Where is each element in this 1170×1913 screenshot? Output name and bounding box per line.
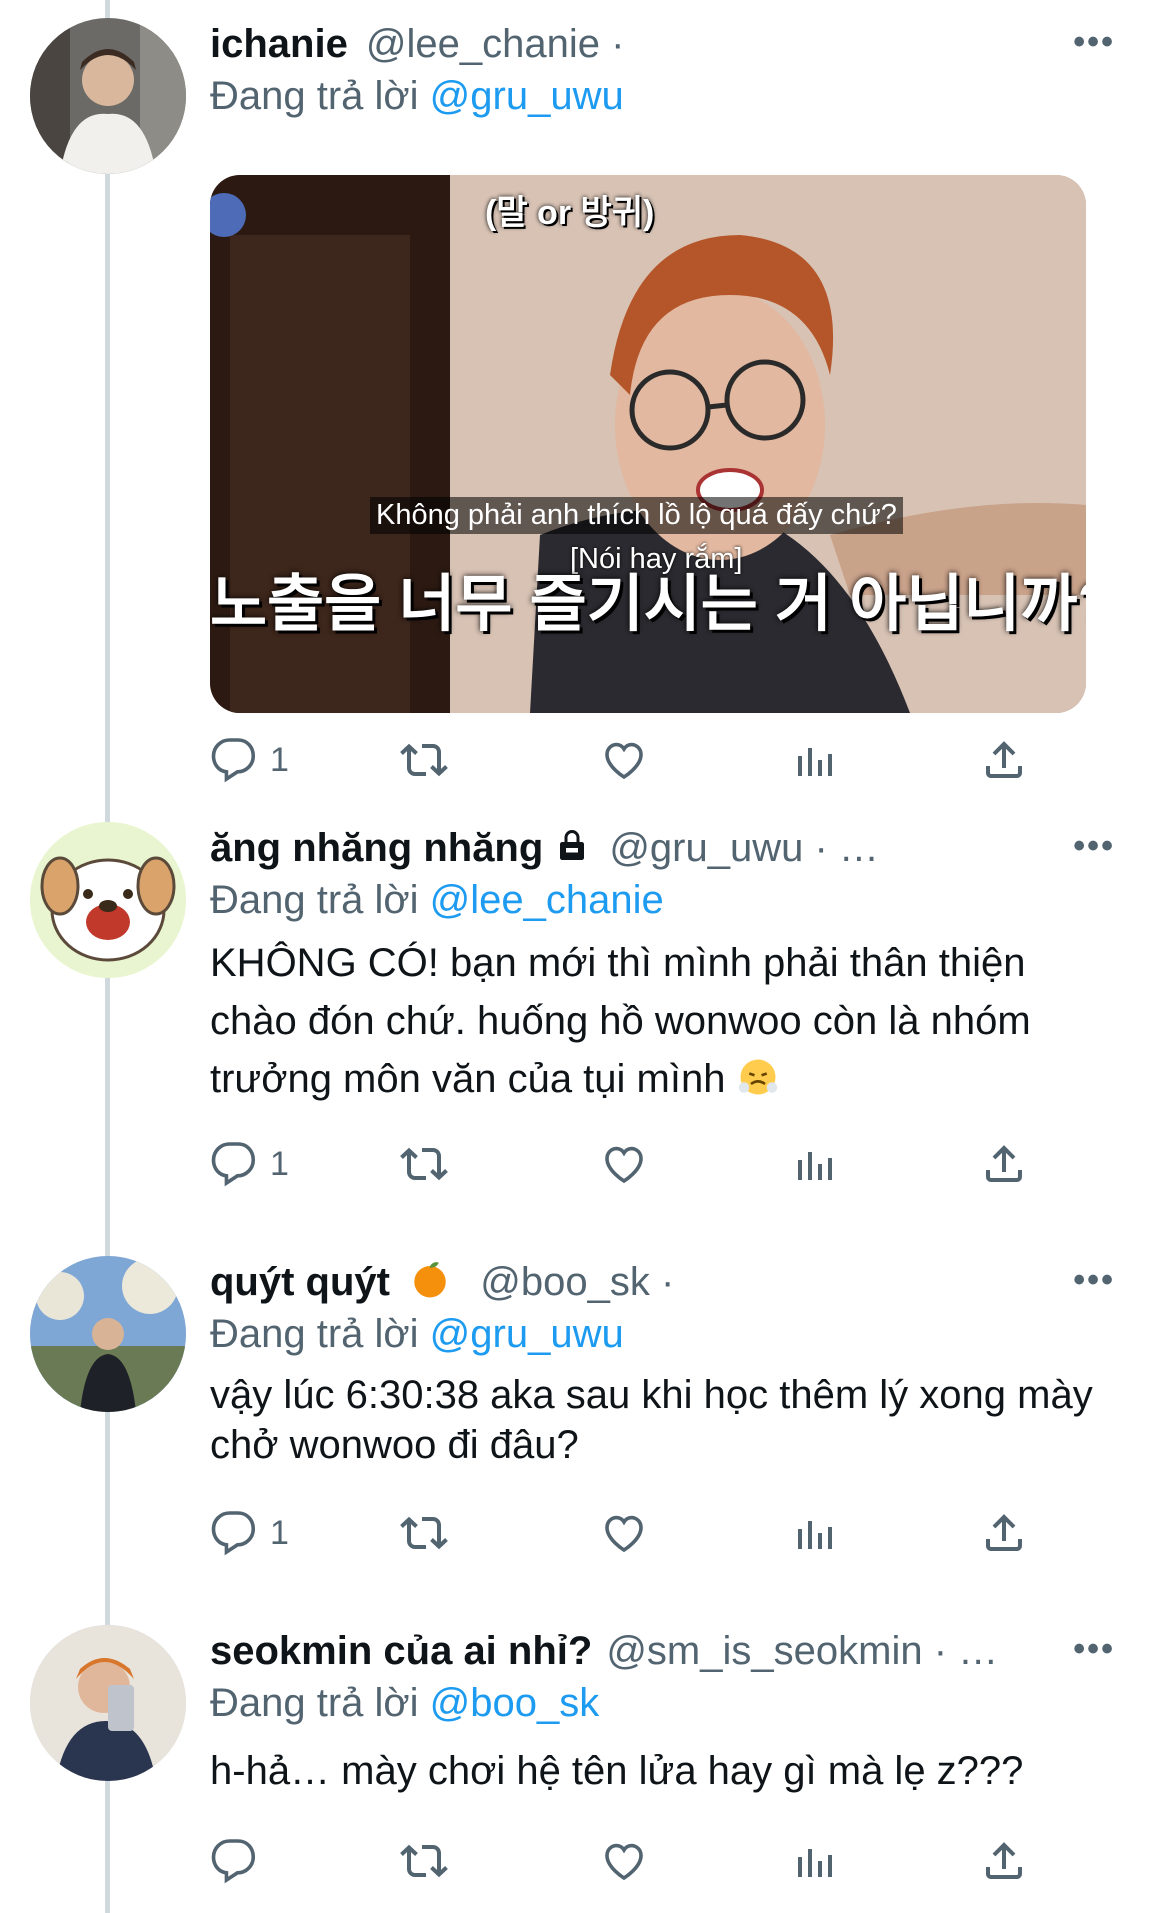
face-with-steam-emoji: [738, 1059, 777, 1095]
reply-icon: [211, 1511, 256, 1556]
retweet-button[interactable]: [400, 1134, 448, 1194]
lock-icon: [560, 830, 585, 860]
analytics-button[interactable]: [790, 1134, 838, 1194]
analytics-icon: [798, 748, 832, 776]
reply-to-mention[interactable]: @gru_uwu: [430, 74, 624, 118]
reply-button[interactable]: 1: [210, 730, 289, 790]
reply-to-mention[interactable]: @boo_sk: [430, 1681, 600, 1725]
more-icon[interactable]: •••: [1073, 829, 1115, 863]
tweet-actions: 1: [210, 1503, 1030, 1563]
avatar[interactable]: [30, 18, 186, 174]
user-handle[interactable]: @sm_is_seokmin: [606, 1629, 922, 1673]
share-icon: [986, 741, 1022, 778]
share-button[interactable]: [980, 1503, 1028, 1563]
avatar-image: [30, 822, 186, 978]
display-name[interactable]: seokmin của ai nhỉ?: [210, 1629, 592, 1673]
user-handle[interactable]: @boo_sk: [480, 1260, 650, 1304]
analytics-icon: [798, 1152, 832, 1180]
analytics-icon: [798, 1521, 832, 1549]
display-name[interactable]: ichanie: [210, 22, 348, 66]
more-icon[interactable]: •••: [1073, 25, 1115, 59]
retweet-button[interactable]: [400, 730, 448, 790]
retweet-button[interactable]: [400, 1831, 448, 1891]
tweet-media[interactable]: (말 or 방귀) Không phải anh thích lồ lộ quá…: [210, 175, 1086, 713]
retweet-icon: [400, 743, 448, 777]
reply-count: 1: [270, 1513, 289, 1552]
avatar[interactable]: [30, 822, 186, 978]
share-icon: [986, 1514, 1022, 1551]
tangerine-emoji: [414, 1262, 446, 1298]
separator: · …: [933, 1629, 999, 1673]
separator: ·: [611, 22, 625, 66]
like-button[interactable]: [600, 1831, 648, 1891]
user-handle[interactable]: @lee_chanie: [366, 22, 600, 66]
like-icon: [605, 1146, 643, 1184]
display-name[interactable]: quýt quýt: [210, 1260, 390, 1304]
avatar[interactable]: [30, 1625, 186, 1781]
replying-to-label: Đang trả lời: [210, 878, 419, 922]
tweet-text: vậy lúc 6:30:38 aka sau khi học thêm lý …: [210, 1373, 1093, 1467]
share-button[interactable]: [980, 1831, 1028, 1891]
avatar-image: [30, 1625, 186, 1781]
replying-to-label: Đang trả lời: [210, 1681, 419, 1725]
reply-icon: [211, 1142, 256, 1187]
media-top-caption: (말 or 방귀): [485, 194, 655, 232]
like-icon: [605, 742, 643, 780]
share-icon: [986, 1145, 1022, 1182]
like-button[interactable]: [600, 730, 648, 790]
share-button[interactable]: [980, 1134, 1028, 1194]
retweet-icon: [400, 1516, 448, 1550]
replying-to-label: Đang trả lời: [210, 1312, 419, 1356]
analytics-button[interactable]: [790, 1831, 838, 1891]
analytics-button[interactable]: [790, 1503, 838, 1563]
reply-button[interactable]: 1: [210, 1134, 289, 1194]
reply-count: 1: [270, 1144, 289, 1183]
share-button[interactable]: [980, 730, 1028, 790]
tweet-actions: [210, 1831, 1030, 1891]
reply-icon: [211, 738, 256, 783]
like-icon: [605, 1843, 643, 1881]
user-handle[interactable]: @gru_uwu: [609, 826, 803, 870]
tweet-sm-is-seokmin[interactable]: seokmin của ai nhỉ? @sm_is_seokmin · … ••…: [0, 1625, 1170, 1913]
retweet-icon: [400, 1147, 448, 1181]
replying-to-label: Đang trả lời: [210, 74, 419, 118]
like-button[interactable]: [600, 1134, 648, 1194]
separator: · …: [814, 826, 879, 870]
retweet-icon: [400, 1844, 448, 1878]
tweet-ichanie[interactable]: ichanie @lee_chanie · ••• Đang trả lời @g…: [0, 18, 1170, 783]
tweet-actions: 1: [210, 1134, 1030, 1194]
reply-to-mention[interactable]: @lee_chanie: [430, 878, 664, 922]
more-icon[interactable]: •••: [1073, 1263, 1115, 1297]
reply-button[interactable]: 1: [210, 1503, 289, 1563]
tweet-text: h-hả… mày chơi hệ tên lửa hay gì mà lẹ z…: [210, 1749, 1024, 1793]
tweet-gru-uwu[interactable]: ăng nhăng nhăng @gru_uwu · … ••• Đang trả…: [0, 822, 1170, 1242]
like-icon: [605, 1515, 643, 1553]
avatar[interactable]: [30, 1256, 186, 1412]
avatar-image: [30, 18, 186, 174]
analytics-button[interactable]: [790, 730, 838, 790]
separator: ·: [660, 1260, 675, 1304]
media-subtitle-ko: 노출을 너무 즐기시는 거 아닙니까?: [210, 570, 1086, 639]
tweet-actions: 1: [210, 730, 1030, 790]
reply-button[interactable]: [210, 1831, 270, 1891]
tweet-text: KHÔNG CÓ! bạn mới thì mình phải thân thi…: [210, 941, 1031, 1101]
media-subtitle-vi: Không phải anh thích lồ lộ quá đấy chứ?: [370, 497, 903, 534]
analytics-icon: [798, 1849, 832, 1877]
avatar-image: [30, 1256, 186, 1412]
share-icon: [986, 1842, 1022, 1879]
reply-count: 1: [270, 740, 289, 779]
like-button[interactable]: [600, 1503, 648, 1563]
more-icon[interactable]: •••: [1073, 1632, 1115, 1666]
reply-to-mention[interactable]: @gru_uwu: [430, 1312, 624, 1356]
reply-icon: [211, 1839, 256, 1884]
display-name[interactable]: ăng nhăng nhăng: [210, 826, 543, 870]
tweet-boo-sk[interactable]: quýt quýt @boo_sk · ••• Đang trả lời @gr…: [0, 1256, 1170, 1596]
retweet-button[interactable]: [400, 1503, 448, 1563]
